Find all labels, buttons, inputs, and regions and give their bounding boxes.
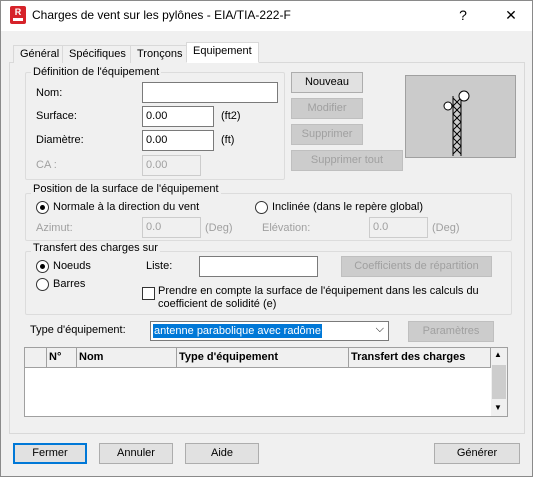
table-corner bbox=[25, 348, 47, 368]
column-header-transfert: Transfert des charges bbox=[349, 348, 491, 368]
azimut-label: Azimut: bbox=[36, 222, 73, 234]
generer-button[interactable]: Générer bbox=[434, 443, 520, 464]
scroll-down-icon[interactable]: ▼ bbox=[494, 403, 502, 412]
equipment-preview bbox=[405, 75, 516, 158]
liste-label: Liste: bbox=[146, 260, 173, 272]
definition-group-title: Définition de l'équipement bbox=[31, 66, 162, 78]
barres-radio[interactable] bbox=[36, 278, 49, 291]
nouveau-button[interactable]: Nouveau bbox=[291, 72, 363, 93]
equipment-table[interactable]: N° Nom Type d'équipement Transfert des c… bbox=[24, 347, 508, 417]
prendre-label-line2: coefficient de solidité (e) bbox=[158, 298, 277, 310]
position-group-title: Position de la surface de l'équipement bbox=[31, 183, 221, 195]
type-selected-value: antenne parabolique avec radôme bbox=[153, 324, 322, 338]
normale-radio[interactable] bbox=[36, 201, 49, 214]
barres-label: Barres bbox=[53, 278, 86, 290]
robot-app-icon: R bbox=[10, 6, 26, 24]
supprimer-button: Supprimer bbox=[291, 124, 363, 145]
diametre-unit: (ft) bbox=[221, 134, 235, 146]
column-header-numero: N° bbox=[47, 348, 77, 368]
tab-troncons[interactable]: Tronçons bbox=[130, 45, 190, 63]
noeuds-radio[interactable] bbox=[36, 260, 49, 273]
column-header-nom: Nom bbox=[77, 348, 177, 368]
normale-label: Normale à la direction du vent bbox=[53, 201, 200, 213]
type-label: Type d'équipement: bbox=[30, 324, 126, 336]
coefficients-button: Coefficients de répartition bbox=[341, 256, 492, 277]
tab-general[interactable]: Général bbox=[13, 45, 67, 63]
azimut-input: 0.0 bbox=[142, 217, 201, 238]
close-button[interactable]: ✕ bbox=[499, 4, 523, 26]
liste-input[interactable] bbox=[199, 256, 318, 277]
parametres-button: Paramètres bbox=[408, 321, 494, 342]
inclinee-label: Inclinée (dans le repère global) bbox=[272, 201, 424, 213]
azimut-unit: (Deg) bbox=[205, 222, 233, 234]
help-button[interactable]: ? bbox=[451, 4, 475, 26]
tab-specifiques[interactable]: Spécifiques bbox=[62, 45, 133, 63]
diametre-label: Diamètre: bbox=[36, 134, 84, 146]
scroll-thumb[interactable] bbox=[492, 365, 506, 399]
surface-unit: (ft2) bbox=[221, 110, 241, 122]
ca-label: CA : bbox=[36, 159, 57, 171]
noeuds-label: Noeuds bbox=[53, 260, 91, 272]
elevation-unit: (Deg) bbox=[432, 222, 460, 234]
supprimer-tout-button: Supprimer tout bbox=[291, 150, 403, 171]
chevron-down-icon: ⌵ bbox=[375, 323, 384, 335]
transfert-group-title: Transfert des charges sur bbox=[31, 242, 160, 254]
scroll-up-icon[interactable]: ▲ bbox=[494, 350, 502, 359]
annuler-button[interactable]: Annuler bbox=[99, 443, 173, 464]
nom-input[interactable] bbox=[142, 82, 278, 103]
fermer-button[interactable]: Fermer bbox=[13, 443, 87, 464]
aide-button[interactable]: Aide bbox=[185, 443, 259, 464]
nom-label: Nom: bbox=[36, 87, 63, 99]
prendre-label-line1: Prendre en compte la surface de l'équipe… bbox=[158, 285, 479, 297]
surface-input[interactable]: 0.00 bbox=[142, 106, 214, 127]
surface-label: Surface: bbox=[36, 110, 77, 122]
ca-input: 0.00 bbox=[142, 155, 201, 176]
column-header-type: Type d'équipement bbox=[177, 348, 349, 368]
elevation-label: Elévation: bbox=[262, 222, 311, 234]
prendre-checkbox[interactable] bbox=[142, 287, 155, 300]
tab-equipement[interactable]: Equipement bbox=[186, 42, 259, 63]
window-title: Charges de vent sur les pylônes - EIA/TI… bbox=[32, 8, 291, 22]
inclinee-radio[interactable] bbox=[255, 201, 268, 214]
type-select[interactable]: antenne parabolique avec radôme ⌵ bbox=[150, 321, 389, 341]
elevation-input: 0.0 bbox=[369, 217, 428, 238]
pylon-antenna-icon bbox=[443, 90, 470, 156]
diametre-input[interactable]: 0.00 bbox=[142, 130, 214, 151]
modifier-button: Modifier bbox=[291, 98, 363, 119]
